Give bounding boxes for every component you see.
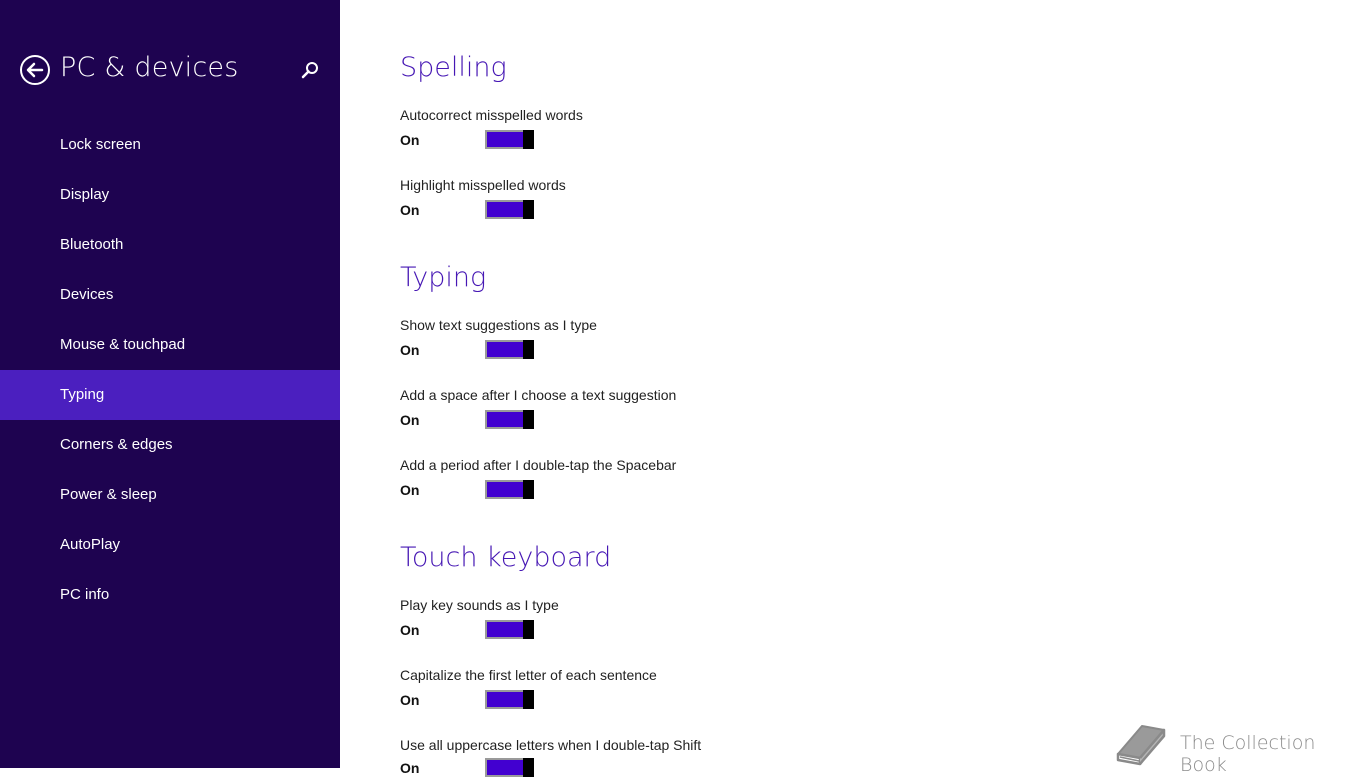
sidebar-item-typing[interactable]: Typing [0, 370, 340, 420]
add-period-toggle[interactable] [485, 480, 535, 499]
setting-label: Use all uppercase letters when I double-… [400, 737, 702, 753]
setting-state: On [400, 622, 420, 638]
setting-state: On [400, 412, 420, 428]
setting-label: Show text suggestions as I type [400, 317, 597, 333]
setting-state: On [400, 132, 420, 148]
watermark-text: The Collection Book [1180, 732, 1316, 776]
highlight-misspelled-toggle[interactable] [485, 200, 535, 219]
search-icon [301, 62, 318, 79]
page-title: PC & devices [60, 52, 239, 83]
sidebar-item-devices[interactable]: Devices [0, 270, 340, 320]
sidebar-item-pc-info[interactable]: PC info [0, 570, 340, 620]
setting-state: On [400, 342, 420, 358]
capitalize-first-letter-toggle[interactable] [485, 690, 535, 709]
back-arrow-circle-icon [20, 55, 50, 85]
text-suggestions-toggle[interactable] [485, 340, 535, 359]
watermark: The Collection Book [1112, 718, 1362, 776]
sidebar-item-power-sleep[interactable]: Power & sleep [0, 470, 340, 520]
setting-state: On [400, 202, 420, 218]
book-icon [1116, 725, 1166, 766]
sidebar-item-corners-edges[interactable]: Corners & edges [0, 420, 340, 470]
sidebar-item-display[interactable]: Display [0, 170, 340, 220]
setting-label: Autocorrect misspelled words [400, 107, 583, 123]
settings-content: Spelling Autocorrect misspelled words On… [400, 0, 1100, 777]
setting-state: On [400, 692, 420, 708]
setting-label: Play key sounds as I type [400, 597, 559, 613]
key-sounds-toggle[interactable] [485, 620, 535, 639]
setting-state: On [400, 760, 420, 776]
sidebar-nav: Lock screen Display Bluetooth Devices Mo… [0, 120, 340, 620]
section-title-typing: Typing [400, 262, 487, 293]
setting-label: Capitalize the first letter of each sent… [400, 667, 657, 683]
sidebar-item-autoplay[interactable]: AutoPlay [0, 520, 340, 570]
autocorrect-toggle[interactable] [485, 130, 535, 149]
sidebar-item-lock-screen[interactable]: Lock screen [0, 120, 340, 170]
add-space-toggle[interactable] [485, 410, 535, 429]
section-title-spelling: Spelling [400, 52, 507, 83]
setting-label: Highlight misspelled words [400, 177, 566, 193]
sidebar-item-bluetooth[interactable]: Bluetooth [0, 220, 340, 270]
sidebar: PC & devices Lock screen Display Bluetoo… [0, 0, 340, 768]
back-button[interactable] [19, 54, 51, 86]
section-title-touch-keyboard: Touch keyboard [400, 542, 612, 573]
sidebar-item-mouse-touchpad[interactable]: Mouse & touchpad [0, 320, 340, 370]
search-button[interactable] [297, 58, 323, 84]
setting-label: Add a space after I choose a text sugges… [400, 387, 677, 403]
setting-label: Add a period after I double-tap the Spac… [400, 457, 677, 473]
setting-state: On [400, 482, 420, 498]
